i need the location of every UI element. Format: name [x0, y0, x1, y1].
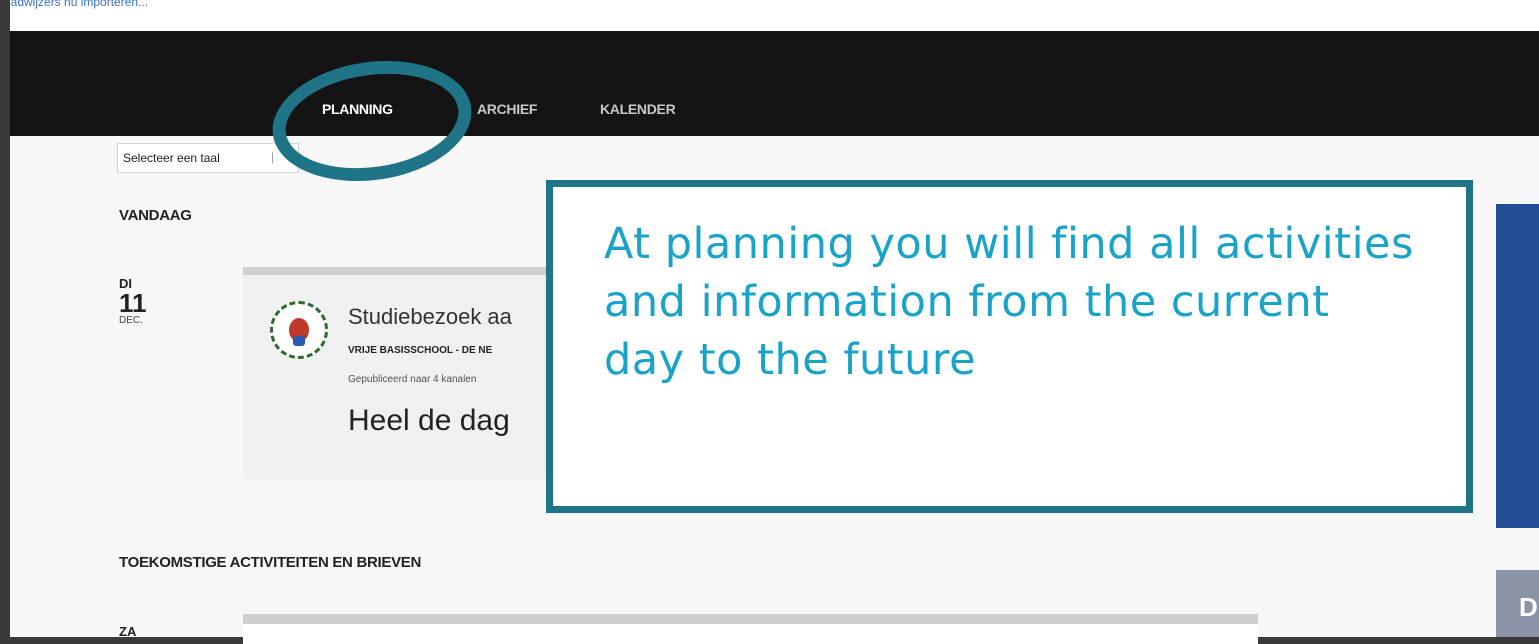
- future-section-title: TOEKOMSTIGE ACTIVITEITEN EN BRIEVEN: [119, 554, 422, 571]
- side-banner[interactable]: [1496, 204, 1539, 528]
- date-day-number: 11: [119, 288, 147, 318]
- future-activity-card[interactable]: [243, 614, 1258, 644]
- nav-tab-archief[interactable]: ARCHIEF: [477, 101, 537, 117]
- side-banner-letter: D: [1519, 592, 1538, 622]
- language-select[interactable]: Selecteer een taal | ▼: [117, 143, 299, 173]
- window-frame-left: [0, 0, 10, 637]
- today-section-title: VANDAAG: [119, 207, 192, 224]
- side-banner-secondary[interactable]: D: [1496, 570, 1539, 637]
- language-select-separator: |: [271, 150, 275, 164]
- language-select-value: Selecteer een taal: [123, 151, 220, 165]
- bookmarks-bar: Bladwijzers nu importeren...: [0, 0, 1539, 31]
- logo-figure-base-icon: [293, 336, 305, 346]
- top-navigation: PLANNING ARCHIEF KALENDER: [10, 31, 1539, 136]
- activity-title[interactable]: Studiebezoek aa: [348, 304, 512, 330]
- date-month: DEC.: [119, 315, 143, 326]
- activity-published: Gepubliceerd naar 4 kanalen: [348, 374, 477, 385]
- activity-school: VRIJE BASISSCHOOL - DE NE: [348, 345, 493, 356]
- activity-when: Heel de dag: [348, 404, 510, 437]
- bookmarks-import-link[interactable]: Bladwijzers nu importeren...: [0, 0, 148, 9]
- today-date: DI 11 DEC.: [119, 276, 179, 326]
- tutorial-callout-text: At planning you will find all activities…: [604, 219, 1414, 385]
- nav-tab-kalender[interactable]: KALENDER: [600, 101, 676, 117]
- school-logo: [270, 301, 328, 359]
